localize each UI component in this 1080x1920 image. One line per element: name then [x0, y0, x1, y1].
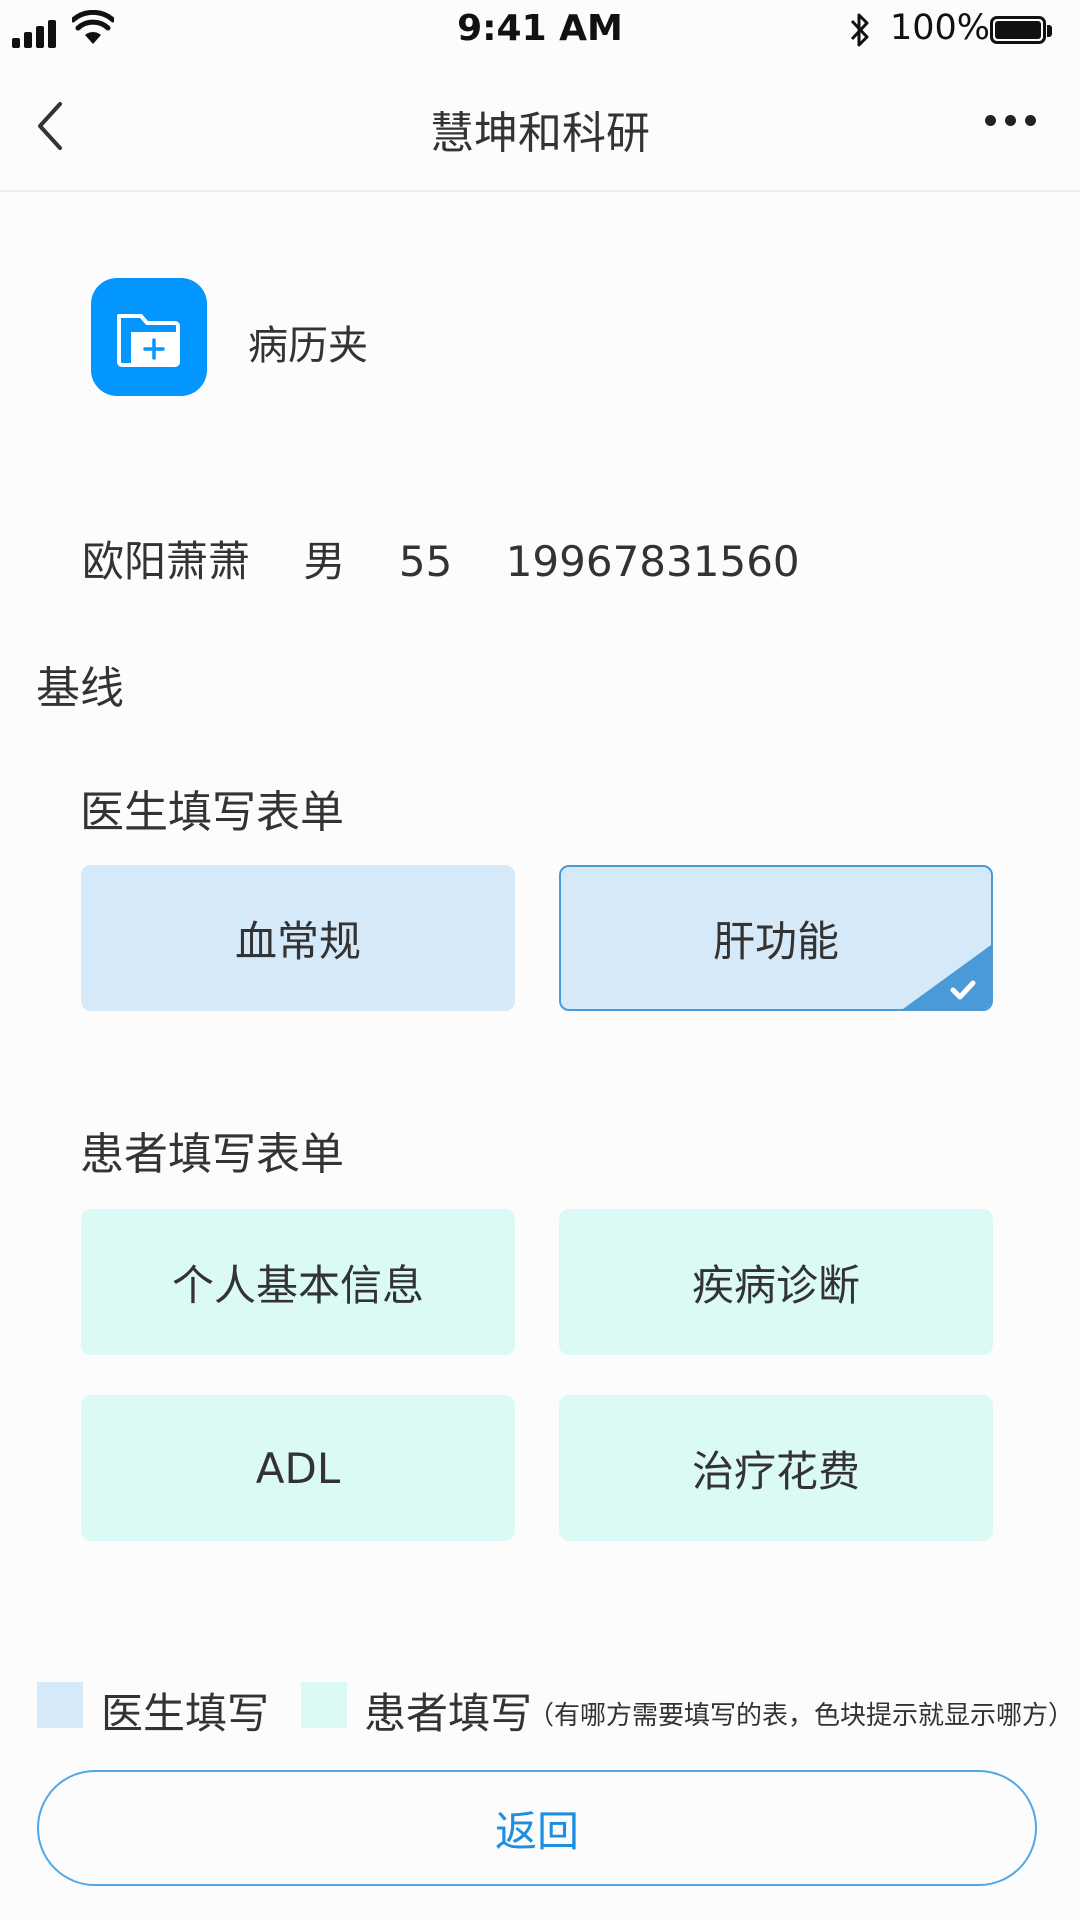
doctor-forms-title: 医生填写表单	[80, 787, 344, 838]
more-horizontal-icon[interactable]	[985, 115, 1037, 131]
return-button-label: 返回	[494, 1806, 579, 1856]
legend-doctor-swatch	[37, 1682, 83, 1728]
patient-name: 欧阳萧萧	[82, 537, 251, 586]
form-card-label: 血常规	[234, 916, 361, 966]
battery-percent: 100%	[890, 8, 991, 48]
form-card-blood-routine[interactable]: 血常规	[81, 865, 515, 1011]
form-card-adl[interactable]: ADL	[81, 1395, 515, 1541]
form-card-label: 治疗花费	[691, 1446, 860, 1496]
form-card-label: 肝功能	[712, 916, 839, 966]
patient-phone: 19967831560	[505, 537, 800, 586]
legend-patient-swatch	[301, 1682, 347, 1728]
form-card-diagnosis[interactable]: 疾病诊断	[559, 1209, 993, 1355]
nav-divider	[0, 190, 1080, 192]
form-card-liver-function[interactable]: 肝功能	[559, 865, 993, 1011]
form-card-treatment-cost[interactable]: 治疗花费	[559, 1395, 993, 1541]
section-title: 基线	[36, 663, 124, 714]
folder-label[interactable]: 病历夹	[248, 313, 368, 371]
folder-button[interactable]	[91, 278, 207, 396]
folder-add-icon	[117, 314, 180, 367]
form-card-label: 疾病诊断	[691, 1260, 860, 1310]
patient-forms-title: 患者填写表单	[80, 1129, 344, 1180]
legend-note: （有哪方需要填写的表，色块提示就显示哪方）	[528, 1701, 1075, 1731]
patient-age: 55	[398, 537, 453, 586]
battery-icon	[990, 16, 1054, 46]
return-button[interactable]: 返回	[37, 1770, 1037, 1886]
form-card-label: ADL	[255, 1443, 341, 1493]
checkmark-corner-icon	[903, 945, 991, 1009]
patient-info: 欧阳萧萧 男 55 19967831560	[82, 528, 800, 589]
status-bar: 9:41 AM 100%	[0, 0, 1080, 64]
page-title: 慧坤和科研	[430, 108, 650, 159]
patient-gender: 男	[303, 537, 346, 586]
legend-patient-label: 患者填写	[364, 1689, 533, 1738]
legend-doctor-label: 医生填写	[101, 1689, 270, 1738]
form-card-label: 个人基本信息	[171, 1260, 424, 1310]
bluetooth-icon	[850, 13, 869, 47]
form-card-personal-info[interactable]: 个人基本信息	[81, 1209, 515, 1355]
